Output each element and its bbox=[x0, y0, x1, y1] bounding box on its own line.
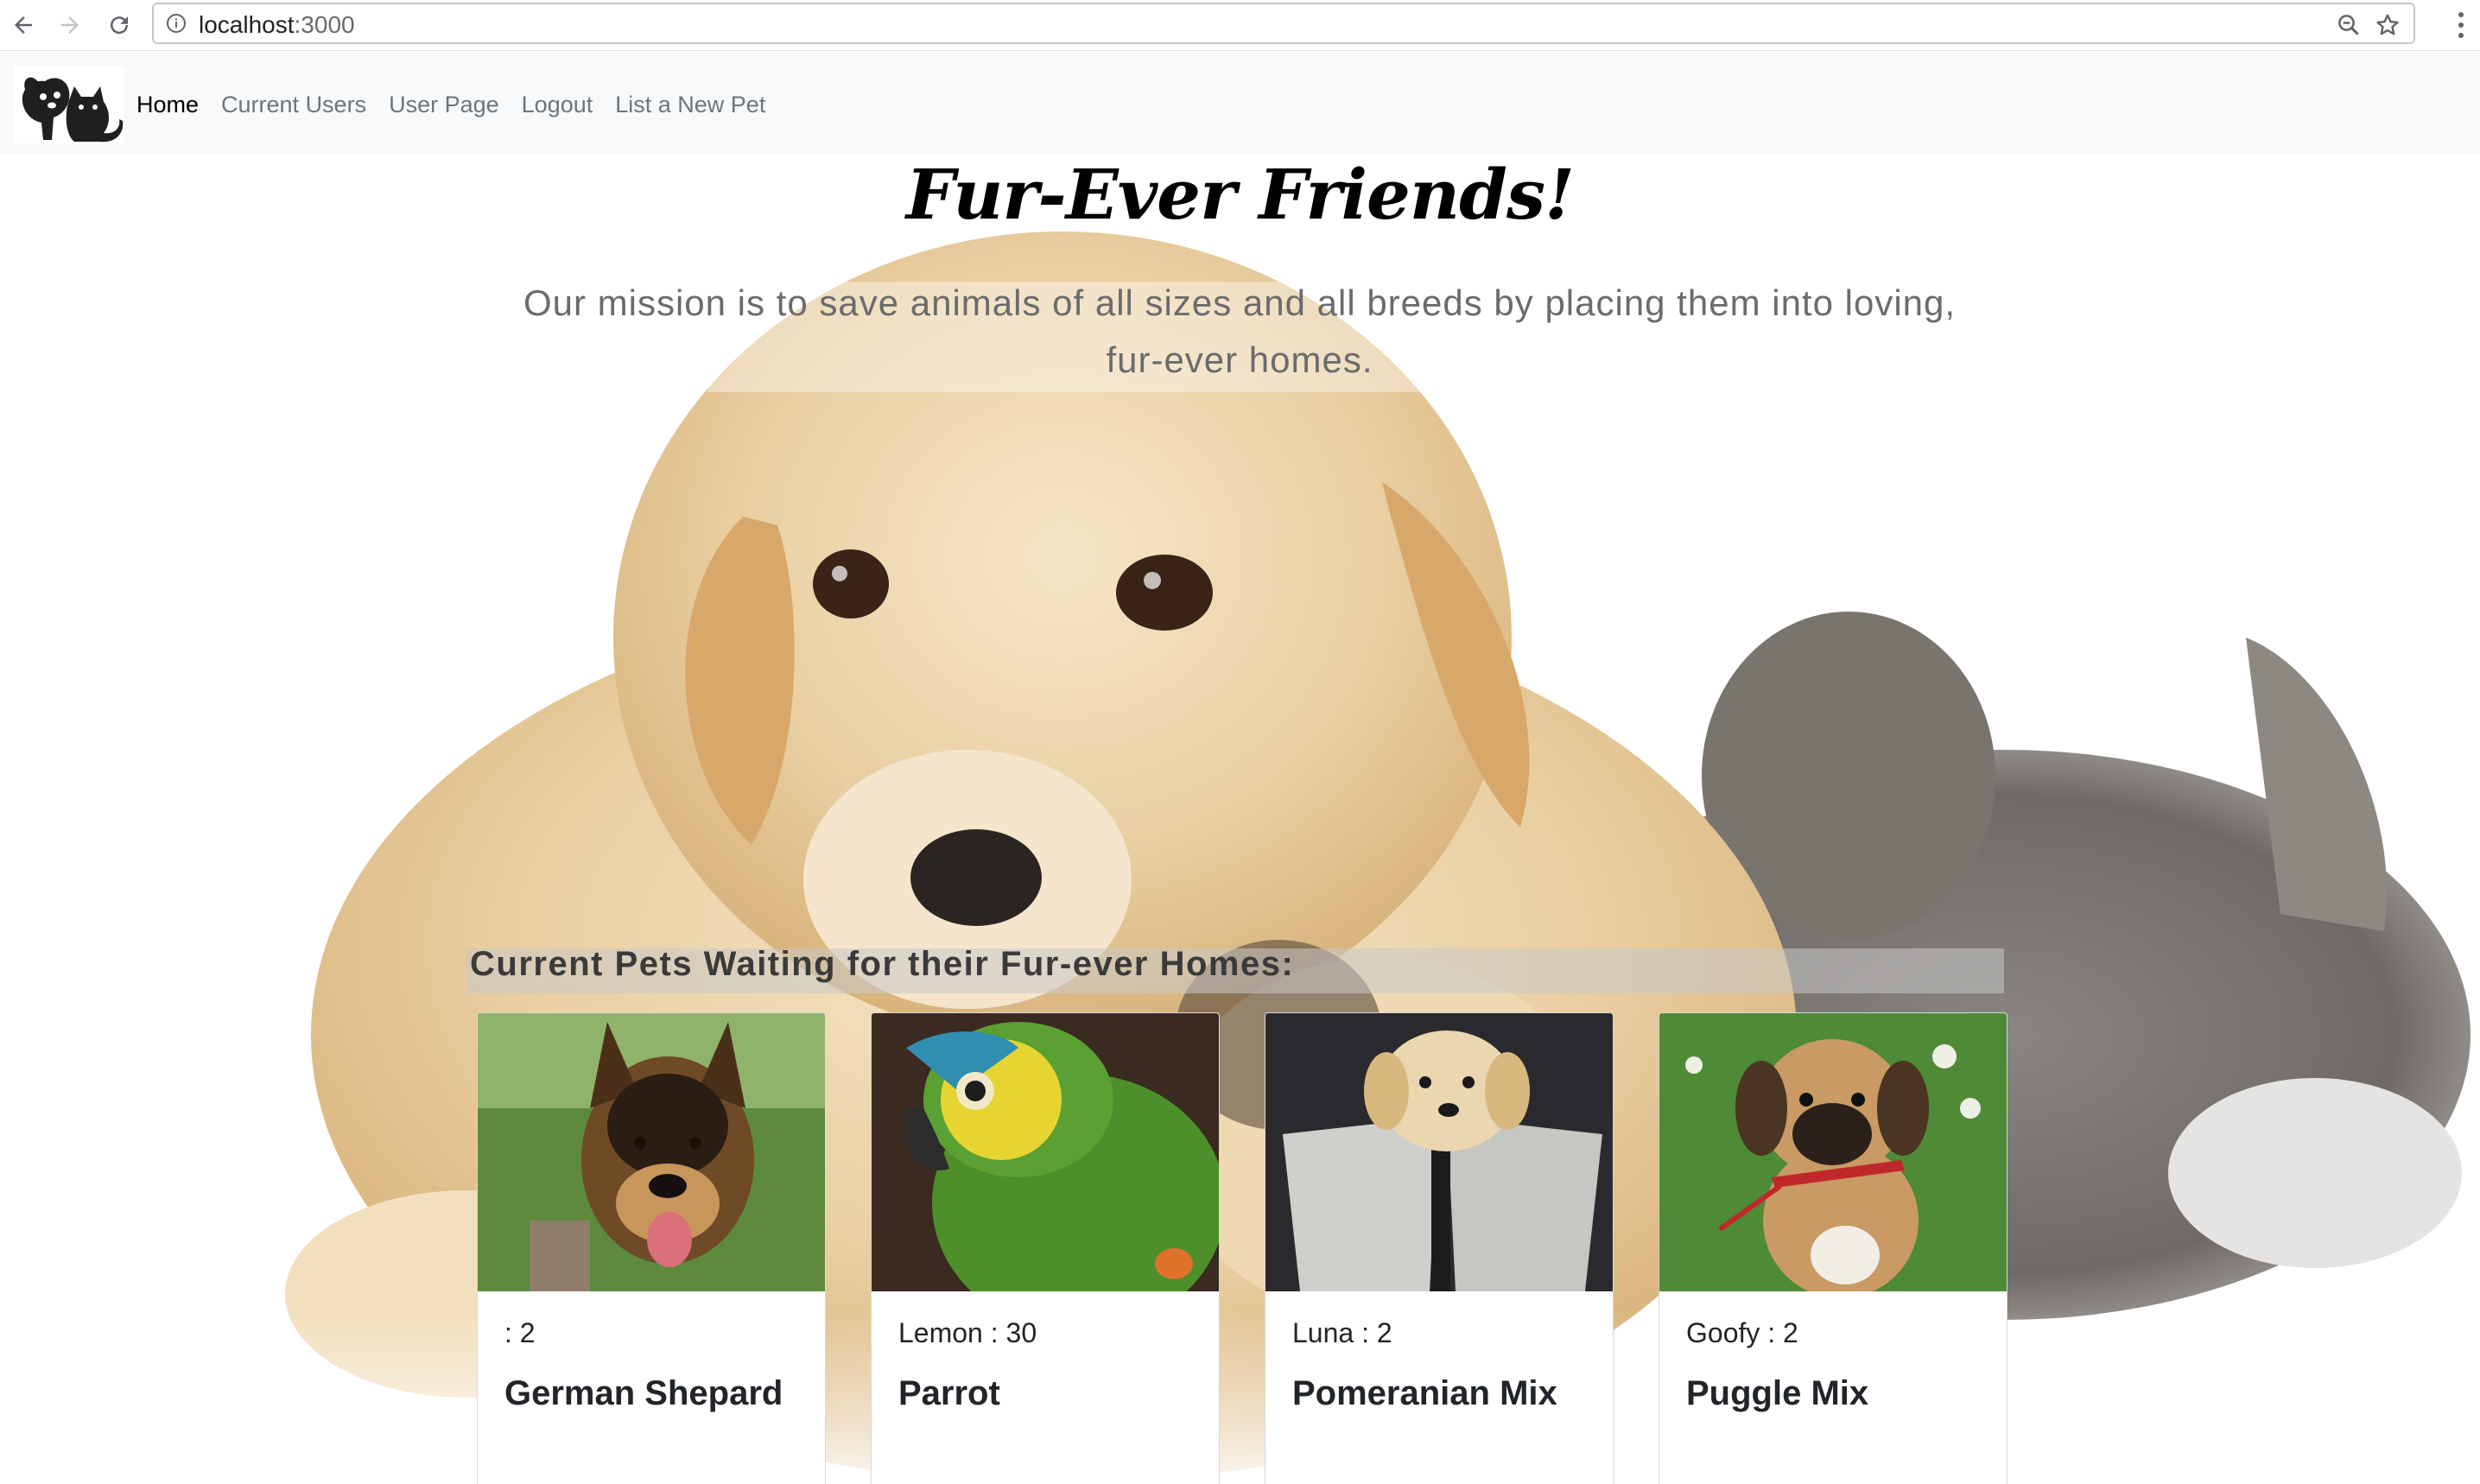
nav-link-current-users[interactable]: Current Users bbox=[221, 92, 366, 118]
pet-name-age: Luna : 2 bbox=[1292, 1317, 1392, 1348]
green-parrot-photo bbox=[872, 1013, 1219, 1291]
site-logo[interactable] bbox=[14, 66, 124, 143]
forward-arrow-icon[interactable] bbox=[54, 9, 86, 41]
nav-link-list-new-pet[interactable]: List a New Pet bbox=[615, 92, 765, 118]
pet-cards: : 2 German Shepard Lemon : 30 Parrot Lun… bbox=[477, 1012, 2014, 1484]
german-shepherd-photo bbox=[478, 1013, 825, 1291]
info-icon[interactable] bbox=[166, 13, 187, 34]
pet-name-age: Goofy : 2 bbox=[1686, 1317, 1798, 1348]
url-text: localhost:3000 bbox=[199, 11, 355, 38]
pet-card[interactable]: Lemon : 30 Parrot bbox=[871, 1012, 1220, 1484]
browser-toolbar: localhost:3000 bbox=[0, 0, 2480, 51]
nav-link-home[interactable]: Home bbox=[136, 92, 199, 118]
site-title: Fur-Ever Friends! bbox=[905, 154, 1575, 235]
puggle-puppy-photo bbox=[1659, 1013, 2007, 1291]
address-bar[interactable]: localhost:3000 bbox=[152, 3, 2415, 44]
small-dog-menu-photo bbox=[1265, 1013, 1613, 1291]
pet-card[interactable]: : 2 German Shepard bbox=[477, 1012, 826, 1484]
pet-card[interactable]: Goofy : 2 Puggle Mix bbox=[1659, 1012, 2007, 1484]
site-navbar: Home Current Users User Page Logout List… bbox=[0, 52, 2480, 154]
pet-breed: Parrot bbox=[898, 1374, 1000, 1412]
pet-card[interactable]: Luna : 2 Pomeranian Mix bbox=[1265, 1012, 1614, 1484]
pet-name-age: : 2 bbox=[504, 1317, 536, 1348]
pet-breed: German Shepard bbox=[504, 1374, 783, 1412]
zoom-icon[interactable] bbox=[2336, 12, 2362, 38]
nav-link-logout[interactable]: Logout bbox=[522, 92, 593, 118]
back-arrow-icon[interactable] bbox=[7, 9, 40, 41]
nav-link-user-page[interactable]: User Page bbox=[389, 92, 499, 118]
mission-statement: Our mission is to save animals of all si… bbox=[484, 275, 1995, 389]
pet-breed: Puggle Mix bbox=[1686, 1374, 1869, 1412]
menu-icon[interactable] bbox=[2458, 10, 2464, 40]
mission-line-2: fur-ever homes. bbox=[1106, 339, 1373, 380]
star-icon[interactable] bbox=[2374, 11, 2401, 39]
pet-name-age: Lemon : 30 bbox=[898, 1317, 1037, 1348]
hero-section: Fur-Ever Friends! Our mission is to save… bbox=[0, 154, 2480, 1484]
mission-line-1: Our mission is to save animals of all si… bbox=[523, 282, 1957, 323]
pet-breed: Pomeranian Mix bbox=[1292, 1374, 1557, 1412]
pets-heading: Current Pets Waiting for their Fur-ever … bbox=[470, 945, 1295, 983]
reload-icon[interactable] bbox=[103, 9, 136, 41]
